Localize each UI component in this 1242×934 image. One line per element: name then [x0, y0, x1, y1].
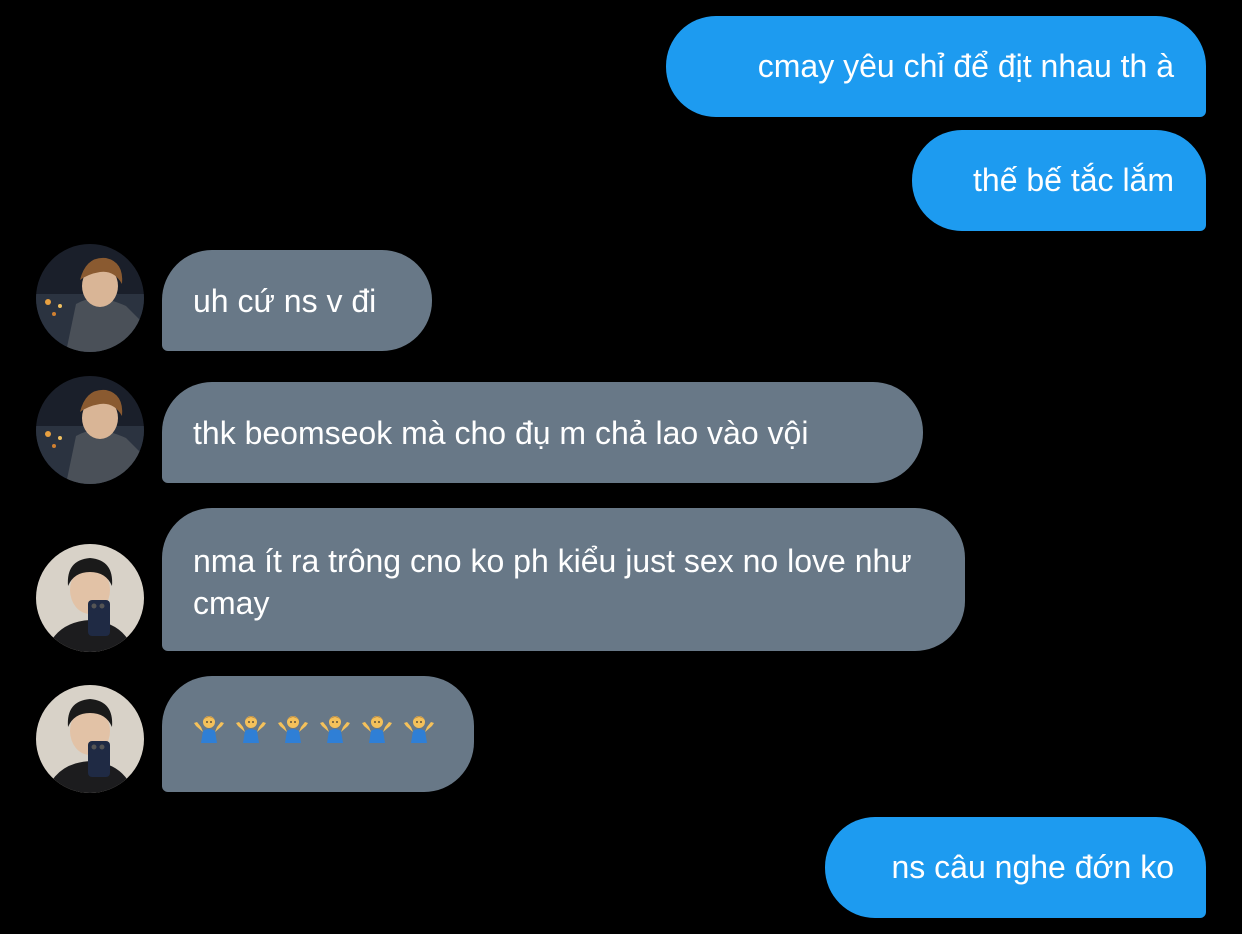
message-text: nma ít ra trông cno ko ph kiểu just sex … — [193, 543, 912, 621]
emoji-row — [193, 706, 444, 748]
sent-message-bubble[interactable]: cmay yêu chỉ để địt nhau th à — [666, 16, 1206, 117]
user-a-avatar[interactable] — [36, 376, 144, 484]
shrug-icon — [194, 716, 224, 743]
user-b-avatar[interactable] — [36, 544, 144, 652]
received-message-bubble[interactable]: uh cứ ns v đi — [162, 250, 432, 351]
user-a-avatar[interactable] — [36, 244, 144, 352]
received-message-bubble[interactable]: thk beomseok mà cho đụ m chả lao vào vội — [162, 382, 923, 483]
shrug-icon — [236, 716, 266, 743]
chat-thread: cmay yêu chỉ để địt nhau th à thế bế tắc… — [0, 0, 1242, 934]
message-text: cmay yêu chỉ để địt nhau th à — [757, 48, 1174, 84]
message-text: thế bế tắc lắm — [973, 162, 1174, 198]
message-text: uh cứ ns v đi — [193, 283, 377, 319]
shrug-icon — [362, 716, 392, 743]
sent-message-bubble[interactable]: thế bế tắc lắm — [912, 130, 1206, 231]
shrug-icon — [404, 716, 434, 743]
user-b-avatar[interactable] — [36, 685, 144, 793]
sent-message-bubble[interactable]: ns câu nghe đớn ko — [825, 817, 1206, 918]
message-text: thk beomseok mà cho đụ m chả lao vào vội — [193, 415, 809, 451]
received-message-bubble[interactable] — [162, 676, 474, 792]
shrug-icon — [278, 716, 308, 743]
received-message-bubble[interactable]: nma ít ra trông cno ko ph kiểu just sex … — [162, 508, 965, 651]
message-text: ns câu nghe đớn ko — [891, 849, 1174, 885]
shrug-icon — [320, 716, 350, 743]
